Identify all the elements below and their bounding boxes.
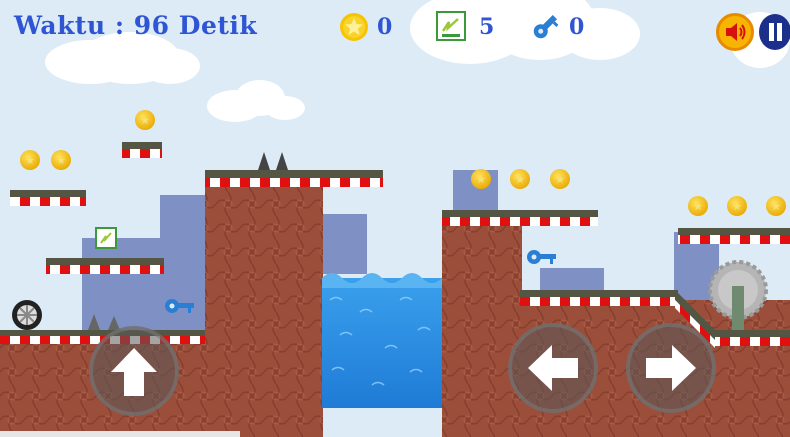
water-pool: [322, 278, 442, 408]
coin: ★: [510, 169, 530, 189]
key-pickup: [527, 250, 556, 264]
coin: ★: [471, 169, 491, 189]
move-right-button[interactable]: [626, 323, 716, 413]
coin: ★: [766, 196, 786, 216]
svg-text:★: ★: [476, 173, 486, 186]
pause-icon[interactable]: [759, 14, 790, 50]
move-left-button[interactable]: [508, 323, 598, 413]
svg-text:★: ★: [771, 200, 781, 213]
svg-text:★: ★: [25, 154, 35, 167]
key-count: 0: [569, 14, 585, 40]
coin: ★: [20, 150, 40, 170]
coin-count: 0: [377, 14, 393, 40]
player-ball: [12, 300, 42, 330]
svg-text:★: ★: [515, 173, 525, 186]
speaker-icon[interactable]: [716, 13, 754, 51]
coin: ★: [688, 196, 708, 216]
svg-text:★: ★: [732, 200, 742, 213]
power-card-icon: [436, 11, 466, 41]
game-scene: ★ ★ ★ ★ ★ ★ ★ ★ ★ Waktu: 96 Detik 0 5 0: [0, 0, 790, 437]
power-card-count: 5: [479, 14, 495, 40]
pillar-left: [205, 180, 323, 437]
power-card-pickup: [95, 227, 117, 249]
svg-text:★: ★: [140, 114, 150, 127]
star-coin-icon: [339, 12, 369, 42]
right-arrow-icon: [646, 345, 696, 391]
coin: ★: [727, 196, 747, 216]
svg-text:★: ★: [555, 173, 565, 186]
platform-small: [122, 142, 162, 158]
svg-text:★: ★: [56, 154, 66, 167]
jump-button[interactable]: [89, 326, 179, 416]
svg-text:★: ★: [693, 200, 703, 213]
up-arrow-icon: [111, 348, 157, 396]
key-icon: [530, 12, 560, 42]
platform-upper-left: [10, 190, 86, 206]
platform-right: [678, 228, 790, 244]
coins: ★ ★ ★ ★ ★ ★ ★ ★ ★: [20, 110, 786, 216]
spike-trap: [258, 152, 288, 170]
coin: ★: [51, 150, 71, 170]
platform-mid-left: [46, 258, 164, 274]
timer-label: Waktu : 96 Detik: [14, 11, 258, 40]
coin: ★: [135, 110, 155, 130]
left-arrow-icon: [528, 345, 578, 391]
cloud-middle: [207, 80, 305, 122]
pillar-right: [442, 222, 522, 437]
coin: ★: [550, 169, 570, 189]
